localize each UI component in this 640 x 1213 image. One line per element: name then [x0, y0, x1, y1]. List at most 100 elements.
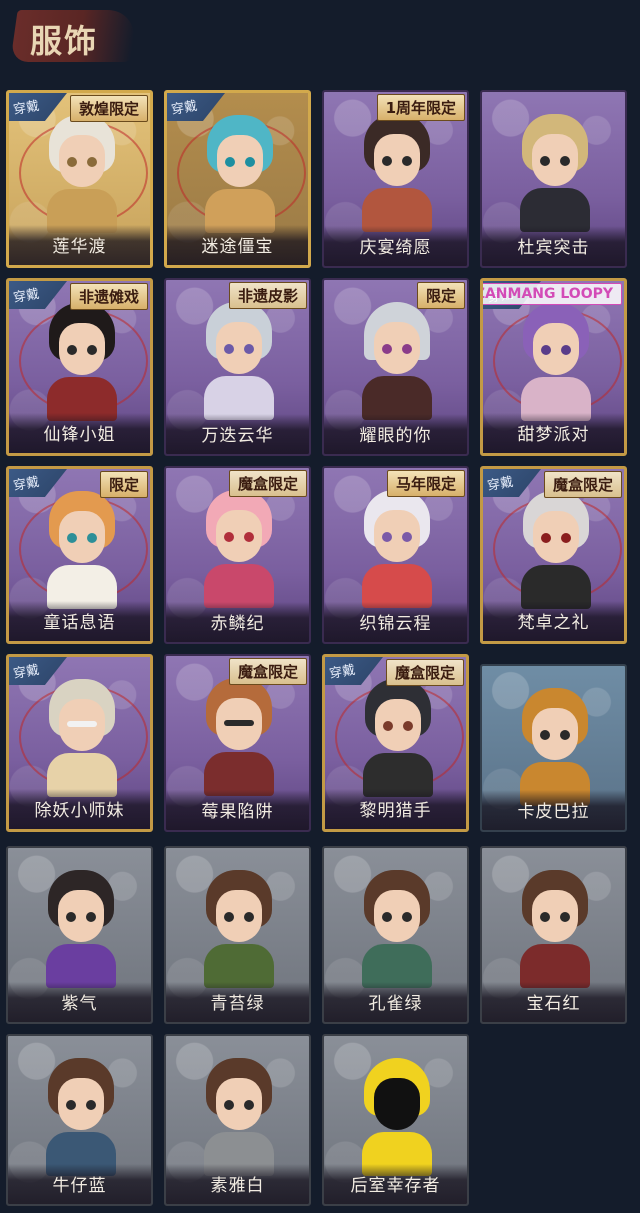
- eye-right: [86, 1100, 96, 1110]
- face-shape: [375, 699, 421, 751]
- costume-card[interactable]: 孔雀绿: [322, 846, 469, 1024]
- character-portrait: [198, 302, 280, 420]
- eye-right: [561, 345, 571, 355]
- face-shape: [374, 134, 420, 186]
- costume-card[interactable]: 穿戴 ZANMANG LOOPY 甜梦派对: [480, 278, 627, 456]
- character-portrait: [356, 114, 438, 232]
- costume-card[interactable]: 穿戴 迷途僵宝: [164, 90, 311, 268]
- costume-card[interactable]: 1周年限定 庆宴绮愿: [322, 90, 469, 268]
- costume-name: 织锦云程: [359, 614, 432, 634]
- costume-card[interactable]: 青苔绿: [164, 846, 311, 1024]
- eye-right: [244, 912, 254, 922]
- costume-card[interactable]: 穿戴 限定 童话息语: [6, 466, 153, 644]
- costume-name: 赤鳞纪: [210, 614, 265, 634]
- costume-name: 迷途僵宝: [201, 237, 274, 257]
- limited-tag: 魔盒限定: [385, 659, 464, 686]
- eye-left: [382, 156, 392, 166]
- gas-mask: [374, 1078, 420, 1130]
- character-portrait: [198, 490, 280, 608]
- costume-name: 青苔绿: [210, 994, 265, 1014]
- costume-name: 孔雀绿: [368, 994, 423, 1014]
- costume-card[interactable]: 穿戴 除妖小师妹: [6, 654, 153, 832]
- eye-left: [541, 345, 551, 355]
- character-portrait: [40, 1058, 122, 1176]
- costume-card[interactable]: 魔盒限定 莓果陷阱: [164, 654, 311, 832]
- costume-name: 万迭云华: [201, 426, 274, 446]
- costume-card[interactable]: 杜宾突击: [480, 90, 627, 268]
- character-portrait: [198, 870, 280, 988]
- costume-card[interactable]: 穿戴 非遗傩戏 仙锋小姐: [6, 278, 153, 456]
- eye-right: [86, 912, 96, 922]
- collab-logo: ZANMANG LOOPY: [483, 283, 622, 305]
- eye-right: [402, 912, 412, 922]
- eye-left: [224, 344, 234, 354]
- costume-card[interactable]: 宝石红: [480, 846, 627, 1024]
- character-portrait: [199, 115, 281, 233]
- costume-name: 除妖小师妹: [34, 801, 125, 821]
- eye-right: [402, 156, 412, 166]
- blindfold: [224, 720, 254, 726]
- character-portrait: [41, 303, 123, 421]
- costume-name: 耀眼的你: [359, 426, 432, 446]
- limited-tag: 非遗皮影: [228, 282, 307, 309]
- character-portrait: [198, 678, 280, 796]
- eye-left: [541, 533, 551, 543]
- costume-card[interactable]: 限定 耀眼的你: [322, 278, 469, 456]
- costume-card[interactable]: 马年限定 织锦云程: [322, 466, 469, 644]
- limited-tag: 马年限定: [386, 470, 465, 497]
- eye-right: [560, 156, 570, 166]
- face-shape: [374, 890, 420, 942]
- face-shape: [216, 322, 262, 374]
- costume-name: 卡皮巴拉: [517, 802, 590, 822]
- costume-card[interactable]: 后室幸存者: [322, 1034, 469, 1206]
- character-portrait: [514, 870, 596, 988]
- eye-right: [402, 532, 412, 542]
- face-shape: [532, 890, 578, 942]
- character-portrait: [356, 1058, 438, 1176]
- character-portrait: [357, 679, 439, 797]
- face-shape: [58, 890, 104, 942]
- costume-name: 杜宾突击: [517, 238, 590, 258]
- eye-left: [67, 157, 77, 167]
- costume-name: 宝石红: [526, 994, 581, 1014]
- costume-card[interactable]: 牛仔蓝: [6, 1034, 153, 1206]
- eye-left: [224, 532, 234, 542]
- costume-card[interactable]: 素雅白: [164, 1034, 311, 1206]
- costume-card[interactable]: 穿戴 敦煌限定 莲华渡: [6, 90, 153, 268]
- costume-card[interactable]: 紫气: [6, 846, 153, 1024]
- costume-card[interactable]: 卡皮巴拉: [480, 664, 627, 832]
- costume-name: 牛仔蓝: [52, 1176, 107, 1196]
- character-portrait: [514, 114, 596, 232]
- costume-card[interactable]: 穿戴 魔盒限定 黎明猎手: [322, 654, 469, 832]
- limited-tag: 非遗傩戏: [69, 283, 148, 310]
- costume-name: 紫气: [61, 994, 98, 1014]
- face-shape: [59, 511, 105, 563]
- eye-left: [66, 1100, 76, 1110]
- costume-card[interactable]: 非遗皮影 万迭云华: [164, 278, 311, 456]
- blindfold: [67, 721, 97, 727]
- costume-grid: 穿戴 敦煌限定 莲华渡 穿戴 迷途僵宝 1周年限定 庆宴绮愿 杜宾突击 穿戴 非…: [0, 0, 640, 1213]
- face-shape: [374, 510, 420, 562]
- face-shape: [533, 323, 579, 375]
- eye-left: [382, 532, 392, 542]
- face-shape: [216, 510, 262, 562]
- eye-right: [87, 157, 97, 167]
- eye-right: [560, 912, 570, 922]
- face-shape: [532, 134, 578, 186]
- eye-left: [540, 730, 550, 740]
- eye-right: [244, 1100, 254, 1110]
- limited-tag: 限定: [416, 282, 465, 309]
- character-portrait: [514, 688, 596, 806]
- eye-right: [244, 532, 254, 542]
- costume-name: 莓果陷阱: [201, 802, 274, 822]
- limited-tag: 魔盒限定: [228, 470, 307, 497]
- face-shape: [59, 135, 105, 187]
- eye-right: [244, 344, 254, 354]
- face-shape: [59, 323, 105, 375]
- costume-card[interactable]: 魔盒限定 赤鳞纪: [164, 466, 311, 644]
- costume-card[interactable]: 穿戴 魔盒限定 梵卓之礼: [480, 466, 627, 644]
- eye-left: [67, 533, 77, 543]
- eye-left: [540, 156, 550, 166]
- character-portrait: [356, 870, 438, 988]
- face-shape: [58, 1078, 104, 1130]
